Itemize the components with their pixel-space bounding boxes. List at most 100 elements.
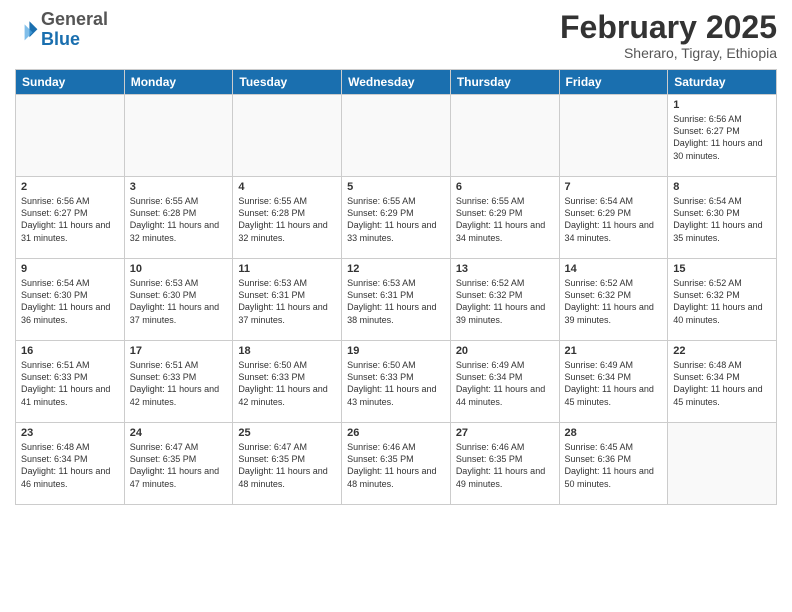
col-tuesday: Tuesday xyxy=(233,70,342,95)
table-row: 12Sunrise: 6:53 AM Sunset: 6:31 PM Dayli… xyxy=(342,259,451,341)
page: General Blue February 2025 Sheraro, Tigr… xyxy=(0,0,792,612)
table-row: 13 Sunrise: 6:52 AM Sunset: 6:32 PM Dayli… xyxy=(450,259,559,341)
table-row: 21Sunrise: 6:49 AM Sunset: 6:34 PM Dayli… xyxy=(559,341,668,423)
day-number: 13 xyxy=(456,263,554,275)
day-number: 28 xyxy=(565,427,663,439)
table-row: 14 Sunrise: 6:52 AM Sunset: 6:32 PM Dayli… xyxy=(559,259,668,341)
calendar-header-row: Sunday Monday Tuesday Wednesday Thursday… xyxy=(16,70,777,95)
table-row xyxy=(559,95,668,177)
logo-text: General Blue xyxy=(41,10,108,50)
table-row xyxy=(668,423,777,505)
table-row: 20Sunrise: 6:49 AM Sunset: 6:34 PM Dayli… xyxy=(450,341,559,423)
cell-content: Sunrise: 6:52 AM Sunset: 6:32 PM Dayligh… xyxy=(456,277,554,326)
cell-content: Sunrise: 6:47 AM Sunset: 6:35 PM Dayligh… xyxy=(238,441,336,490)
location: Sheraro, Tigray, Ethiopia xyxy=(560,45,777,61)
table-row: 2 Sunrise: 6:56 AM Sunset: 6:27 PM Daylig… xyxy=(16,177,125,259)
cell-content: Sunrise: 6:52 AM Sunset: 6:32 PM Dayligh… xyxy=(565,277,663,326)
table-row: 17Sunrise: 6:51 AM Sunset: 6:33 PM Dayli… xyxy=(124,341,233,423)
day-number: 16 xyxy=(21,345,119,357)
cell-content: Sunrise: 6:48 AM Sunset: 6:34 PM Dayligh… xyxy=(21,441,119,490)
cell-content: Sunrise: 6:56 AM Sunset: 6:27 PM Dayligh… xyxy=(673,113,771,162)
table-row: 24 Sunrise: 6:47 AM Sunset: 6:35 PM Dayli… xyxy=(124,423,233,505)
cell-content: Sunrise: 6:50 AM Sunset: 6:33 PM Dayligh… xyxy=(238,359,336,408)
cell-content: Sunrise: 6:46 AM Sunset: 6:35 PM Dayligh… xyxy=(456,441,554,490)
table-row: 9 Sunrise: 6:54 AM Sunset: 6:30 PM Daylig… xyxy=(16,259,125,341)
day-number: 5 xyxy=(347,181,445,193)
table-row xyxy=(342,95,451,177)
cell-content: Sunrise: 6:55 AM Sunset: 6:29 PM Dayligh… xyxy=(456,195,554,244)
calendar-week-5: 23Sunrise: 6:48 AM Sunset: 6:34 PM Dayli… xyxy=(16,423,777,505)
table-row: 5Sunrise: 6:55 AM Sunset: 6:29 PM Daylig… xyxy=(342,177,451,259)
calendar-week-3: 9 Sunrise: 6:54 AM Sunset: 6:30 PM Daylig… xyxy=(16,259,777,341)
table-row: 16 Sunrise: 6:51 AM Sunset: 6:33 PM Dayli… xyxy=(16,341,125,423)
day-number: 1 xyxy=(673,99,771,111)
calendar-week-1: 1 Sunrise: 6:56 AM Sunset: 6:27 PM Daylig… xyxy=(16,95,777,177)
day-number: 11 xyxy=(238,263,336,275)
table-row: 10 Sunrise: 6:53 AM Sunset: 6:30 PM Dayli… xyxy=(124,259,233,341)
month-year: February 2025 xyxy=(560,10,777,45)
table-row: 7 Sunrise: 6:54 AM Sunset: 6:29 PM Daylig… xyxy=(559,177,668,259)
day-number: 10 xyxy=(130,263,228,275)
col-wednesday: Wednesday xyxy=(342,70,451,95)
calendar-table: Sunday Monday Tuesday Wednesday Thursday… xyxy=(15,69,777,505)
day-number: 2 xyxy=(21,181,119,193)
table-row: 6 Sunrise: 6:55 AM Sunset: 6:29 PM Daylig… xyxy=(450,177,559,259)
day-number: 4 xyxy=(238,181,336,193)
day-number: 26 xyxy=(347,427,445,439)
table-row: 28 Sunrise: 6:45 AM Sunset: 6:36 PM Dayli… xyxy=(559,423,668,505)
cell-content: Sunrise: 6:45 AM Sunset: 6:36 PM Dayligh… xyxy=(565,441,663,490)
day-number: 6 xyxy=(456,181,554,193)
cell-content: Sunrise: 6:51 AM Sunset: 6:33 PM Dayligh… xyxy=(21,359,119,408)
cell-content: Sunrise: 6:54 AM Sunset: 6:30 PM Dayligh… xyxy=(21,277,119,326)
day-number: 24 xyxy=(130,427,228,439)
table-row: 25Sunrise: 6:47 AM Sunset: 6:35 PM Dayli… xyxy=(233,423,342,505)
table-row xyxy=(16,95,125,177)
col-saturday: Saturday xyxy=(668,70,777,95)
calendar-week-4: 16 Sunrise: 6:51 AM Sunset: 6:33 PM Dayli… xyxy=(16,341,777,423)
cell-content: Sunrise: 6:55 AM Sunset: 6:28 PM Dayligh… xyxy=(130,195,228,244)
cell-content: Sunrise: 6:54 AM Sunset: 6:30 PM Dayligh… xyxy=(673,195,771,244)
table-row: 15Sunrise: 6:52 AM Sunset: 6:32 PM Dayli… xyxy=(668,259,777,341)
cell-content: Sunrise: 6:48 AM Sunset: 6:34 PM Dayligh… xyxy=(673,359,771,408)
table-row: 11 Sunrise: 6:53 AM Sunset: 6:31 PM Dayli… xyxy=(233,259,342,341)
col-sunday: Sunday xyxy=(16,70,125,95)
table-row: 3 Sunrise: 6:55 AM Sunset: 6:28 PM Daylig… xyxy=(124,177,233,259)
calendar-week-2: 2 Sunrise: 6:56 AM Sunset: 6:27 PM Daylig… xyxy=(16,177,777,259)
cell-content: Sunrise: 6:53 AM Sunset: 6:31 PM Dayligh… xyxy=(238,277,336,326)
day-number: 22 xyxy=(673,345,771,357)
table-row: 18 Sunrise: 6:50 AM Sunset: 6:33 PM Dayli… xyxy=(233,341,342,423)
day-number: 21 xyxy=(565,345,663,357)
day-number: 3 xyxy=(130,181,228,193)
day-number: 27 xyxy=(456,427,554,439)
day-number: 14 xyxy=(565,263,663,275)
day-number: 12 xyxy=(347,263,445,275)
col-thursday: Thursday xyxy=(450,70,559,95)
table-row: 23Sunrise: 6:48 AM Sunset: 6:34 PM Dayli… xyxy=(16,423,125,505)
col-monday: Monday xyxy=(124,70,233,95)
day-number: 7 xyxy=(565,181,663,193)
cell-content: Sunrise: 6:54 AM Sunset: 6:29 PM Dayligh… xyxy=(565,195,663,244)
table-row: 27 Sunrise: 6:46 AM Sunset: 6:35 PM Dayli… xyxy=(450,423,559,505)
cell-content: Sunrise: 6:52 AM Sunset: 6:32 PM Dayligh… xyxy=(673,277,771,326)
cell-content: Sunrise: 6:50 AM Sunset: 6:33 PM Dayligh… xyxy=(347,359,445,408)
day-number: 18 xyxy=(238,345,336,357)
logo-blue-text: Blue xyxy=(41,29,80,49)
table-row: 8Sunrise: 6:54 AM Sunset: 6:30 PM Daylig… xyxy=(668,177,777,259)
table-row: 22 Sunrise: 6:48 AM Sunset: 6:34 PM Dayli… xyxy=(668,341,777,423)
day-number: 9 xyxy=(21,263,119,275)
logo-general-text: General xyxy=(41,9,108,29)
cell-content: Sunrise: 6:47 AM Sunset: 6:35 PM Dayligh… xyxy=(130,441,228,490)
header: General Blue February 2025 Sheraro, Tigr… xyxy=(15,10,777,61)
title-block: February 2025 Sheraro, Tigray, Ethiopia xyxy=(560,10,777,61)
cell-content: Sunrise: 6:51 AM Sunset: 6:33 PM Dayligh… xyxy=(130,359,228,408)
cell-content: Sunrise: 6:56 AM Sunset: 6:27 PM Dayligh… xyxy=(21,195,119,244)
table-row xyxy=(124,95,233,177)
logo: General Blue xyxy=(15,10,108,50)
cell-content: Sunrise: 6:46 AM Sunset: 6:35 PM Dayligh… xyxy=(347,441,445,490)
table-row: 4Sunrise: 6:55 AM Sunset: 6:28 PM Daylig… xyxy=(233,177,342,259)
logo-icon xyxy=(15,18,39,42)
table-row: 26 Sunrise: 6:46 AM Sunset: 6:35 PM Dayli… xyxy=(342,423,451,505)
table-row: 1 Sunrise: 6:56 AM Sunset: 6:27 PM Daylig… xyxy=(668,95,777,177)
table-row: 19Sunrise: 6:50 AM Sunset: 6:33 PM Dayli… xyxy=(342,341,451,423)
cell-content: Sunrise: 6:53 AM Sunset: 6:30 PM Dayligh… xyxy=(130,277,228,326)
